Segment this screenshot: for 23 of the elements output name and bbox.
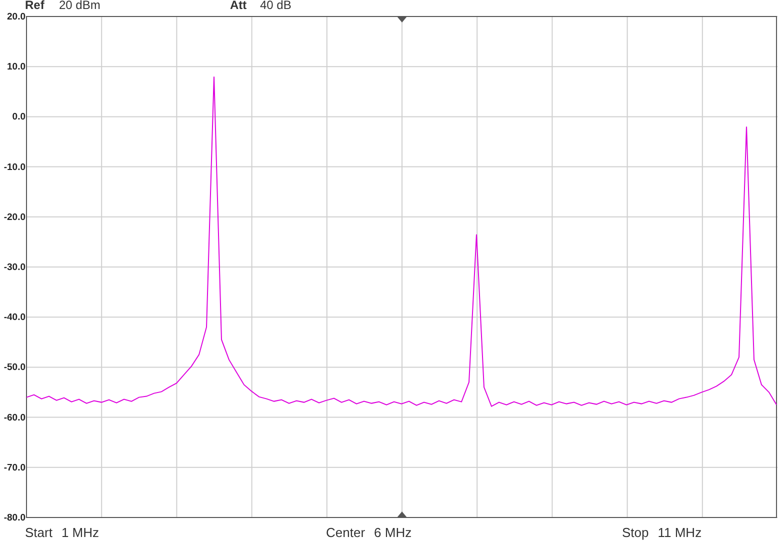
y-tick-label: 10.0 — [7, 62, 26, 73]
footer-value: 1 MHz — [61, 525, 100, 541]
footer-label: Start — [25, 525, 52, 541]
y-tick-label: -60.0 — [4, 412, 26, 424]
footer-value: 6 MHz — [374, 525, 412, 541]
y-tick-label: -10.0 — [4, 162, 26, 173]
y-tick-label: -30.0 — [4, 262, 26, 273]
marker-icon — [397, 16, 407, 22]
header-value: 40 dB — [260, 0, 292, 11]
marker-icon — [397, 512, 407, 518]
header-label: Att — [230, 0, 248, 11]
y-tick-label: 20.0 — [7, 12, 26, 22]
footer-label: Center — [326, 525, 366, 541]
footer-label: Stop — [622, 525, 649, 541]
y-tick-label: -40.0 — [4, 312, 26, 324]
y-tick-label: -50.0 — [4, 362, 26, 374]
footer-value: 11 MHz — [658, 525, 702, 541]
y-tick-label: -20.0 — [4, 212, 26, 223]
y-tick-label: -70.0 — [4, 462, 26, 474]
y-tick-label: -80.0 — [4, 512, 26, 524]
header-label: Ref — [25, 0, 46, 11]
y-tick-label: 0.0 — [12, 112, 26, 123]
header-value: 20 dBm — [59, 0, 102, 11]
